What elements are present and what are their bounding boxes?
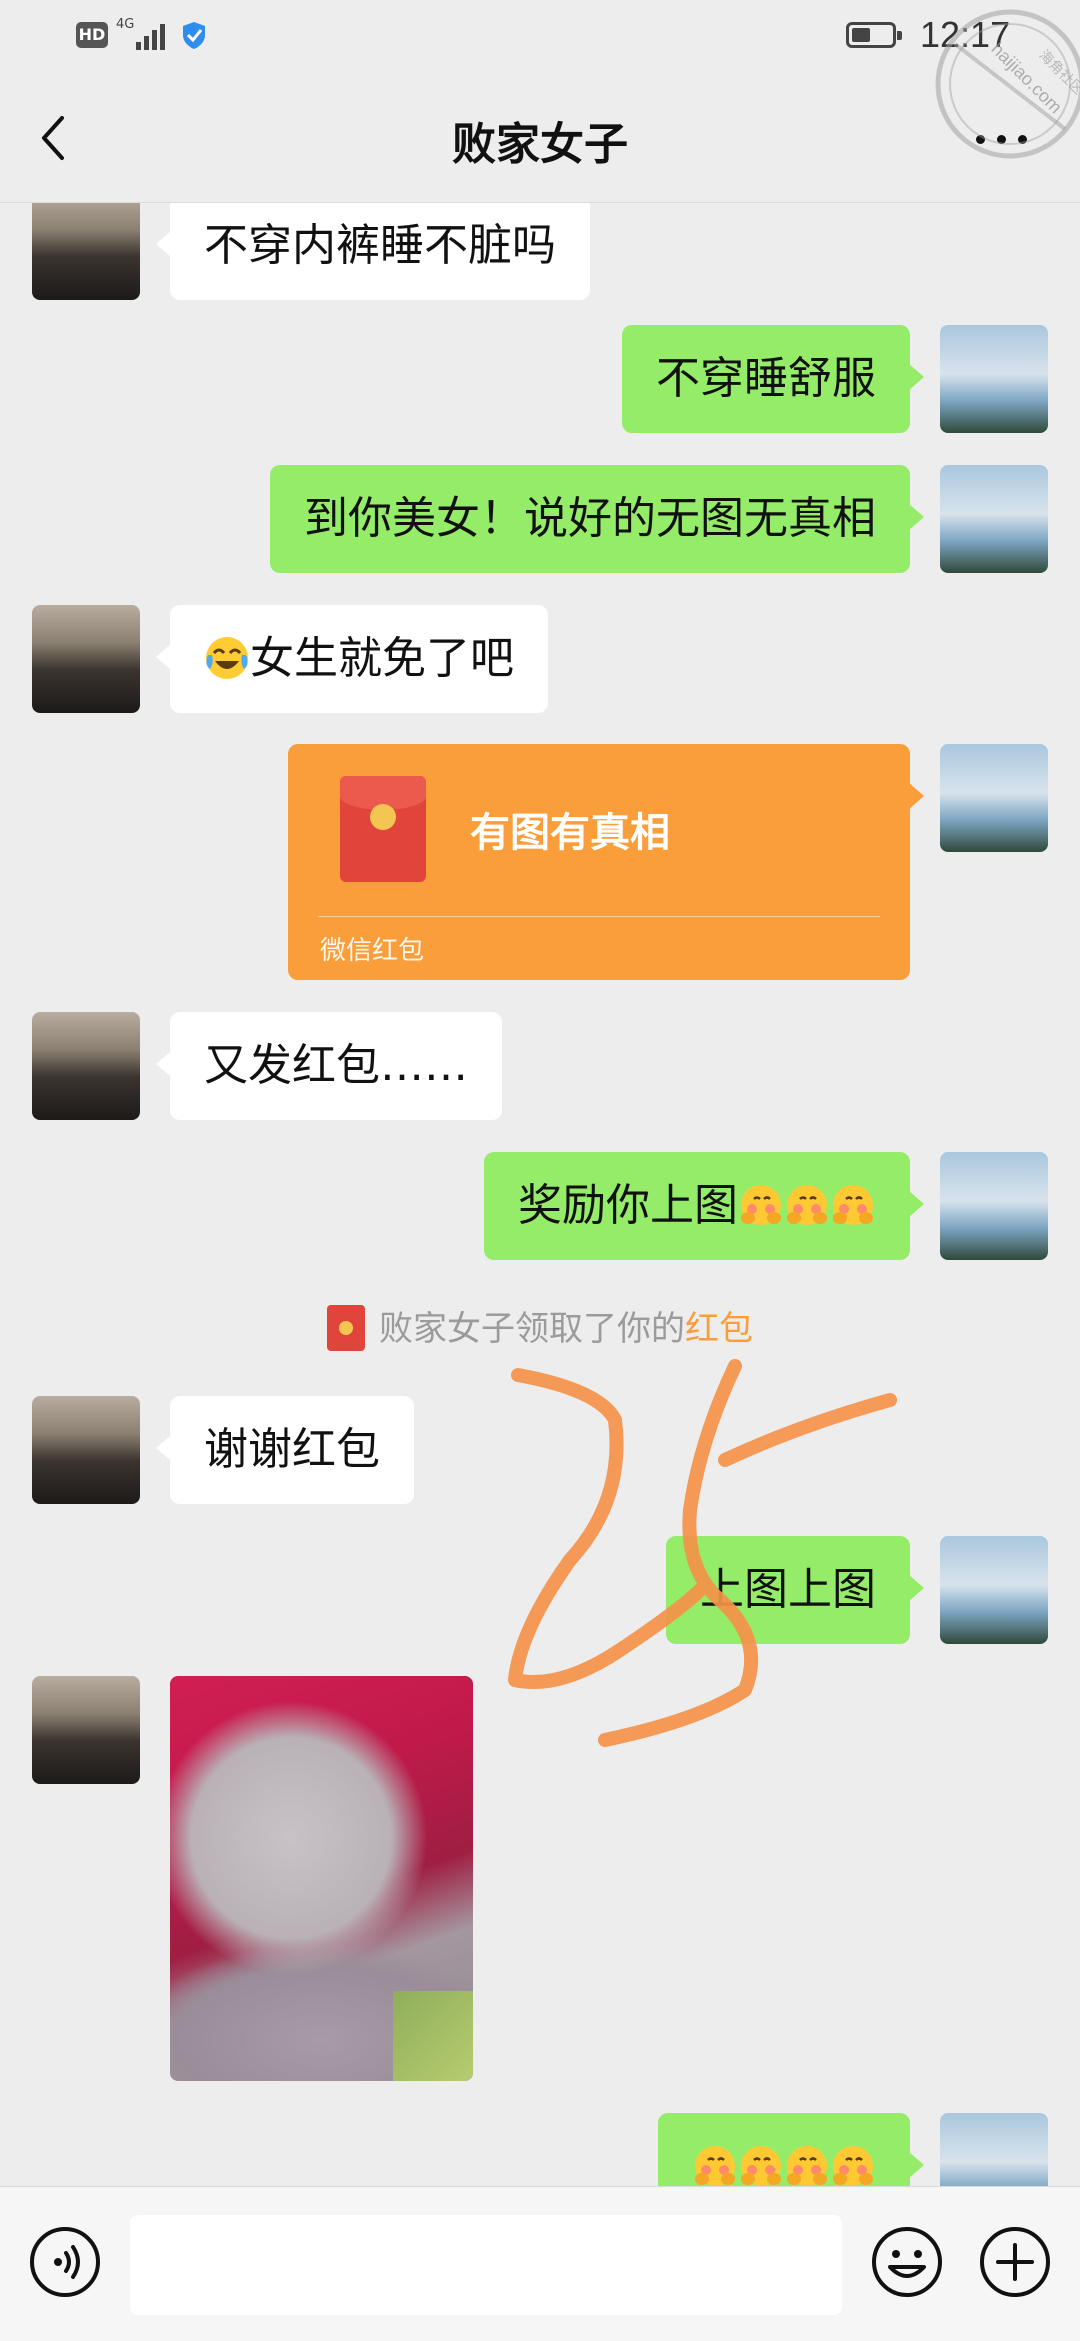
my-avatar[interactable]	[940, 2113, 1048, 2186]
image-message[interactable]	[170, 1676, 473, 2081]
shy-hiding-emoji-icon	[833, 1185, 873, 1225]
shy-hiding-emoji-icon	[741, 1185, 781, 1225]
message-text: 又发红包……	[204, 1040, 468, 1091]
message-bubble-out[interactable]: 到你美女！说好的无图无真相	[270, 465, 924, 573]
divider	[318, 916, 880, 917]
shy-hiding-emoji-icon	[833, 2146, 873, 2186]
my-avatar[interactable]	[940, 1536, 1048, 1644]
red-packet-link[interactable]: 红包	[685, 1309, 753, 1349]
message-text: 不穿睡舒服	[656, 353, 876, 404]
shy-hiding-emoji-icon	[695, 2146, 735, 2186]
more-options-icon[interactable]	[972, 128, 1032, 148]
my-avatar[interactable]	[940, 465, 1048, 573]
message-text: 不穿内裤睡不脏吗	[204, 220, 556, 271]
message-bubble-out[interactable]: 不穿睡舒服	[622, 325, 924, 433]
chat-header: 败家女子	[0, 72, 1080, 203]
shy-hiding-emoji-icon	[741, 2146, 781, 2186]
hd-icon: HD	[76, 22, 108, 48]
emoji-picker-icon[interactable]	[870, 2225, 944, 2299]
message-bubble-out[interactable]: 奖励你上图	[484, 1152, 924, 1260]
my-avatar[interactable]	[940, 744, 1048, 852]
message-text: 谢谢红包	[204, 1424, 380, 1475]
message-bubble-in[interactable]: 又发红包……	[156, 1012, 502, 1120]
red-packet-card[interactable]: 有图有真相 微信红包	[288, 744, 924, 980]
contact-avatar[interactable]	[32, 1396, 140, 1504]
voice-input-icon[interactable]	[28, 2225, 102, 2299]
message-text: 奖励你上图	[518, 1180, 738, 1231]
message-text: 到你美女！说好的无图无真相	[304, 493, 876, 544]
shy-hiding-emoji-icon	[787, 2146, 827, 2186]
shy-hiding-emoji-icon	[787, 1185, 827, 1225]
red-packet-icon	[340, 776, 426, 882]
clock: 12:17	[920, 14, 1011, 55]
contact-avatar[interactable]	[32, 203, 140, 300]
message-bubble-in[interactable]: 谢谢红包	[156, 1396, 414, 1504]
message-bubble-in[interactable]: 不穿内裤睡不脏吗	[156, 203, 590, 300]
message-text: 上图上图	[700, 1564, 876, 1615]
signal-icon	[136, 20, 170, 50]
red-packet-label: 微信红包	[320, 936, 425, 966]
message-text: 女生就免了吧	[250, 633, 514, 684]
system-notice: 败家女子领取了你的红包	[0, 1304, 1080, 1354]
status-bar: HD 4G 12:17	[0, 0, 1080, 72]
more-actions-plus-icon[interactable]	[978, 2225, 1052, 2299]
my-avatar[interactable]	[940, 1152, 1048, 1260]
input-bar	[0, 2186, 1080, 2341]
contact-avatar[interactable]	[32, 605, 140, 713]
message-bubble-out[interactable]: 上图上图	[666, 1536, 924, 1644]
shield-icon	[183, 22, 205, 49]
message-input[interactable]	[130, 2215, 842, 2315]
message-bubble-out[interactable]	[658, 2113, 924, 2186]
my-avatar[interactable]	[940, 325, 1048, 433]
battery-icon	[846, 22, 902, 48]
contact-avatar[interactable]	[32, 1012, 140, 1120]
contact-avatar[interactable]	[32, 1676, 140, 1784]
message-bubble-in[interactable]: 女生就免了吧	[156, 605, 548, 713]
message-list[interactable]: 不穿内裤睡不脏吗 不穿睡舒服 到你美女！说好的无图无真相 女生就免了吧 有图有真…	[0, 203, 1080, 2186]
red-packet-title: 有图有真相	[470, 810, 670, 856]
network-type: 4G	[116, 17, 135, 32]
system-notice-text: 败家女子领取了你的	[379, 1309, 685, 1349]
chat-title: 败家女子	[452, 119, 628, 170]
red-packet-small-icon	[327, 1304, 365, 1351]
tears-of-joy-emoji-icon	[206, 637, 248, 679]
